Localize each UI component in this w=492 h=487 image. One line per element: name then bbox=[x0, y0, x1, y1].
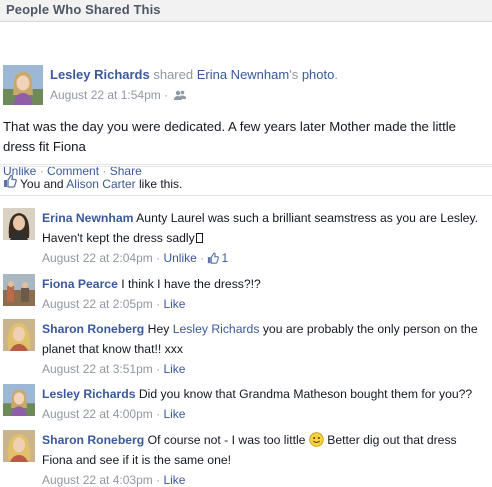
post-timestamp[interactable]: August 22 at 1:54pm bbox=[50, 88, 161, 102]
comment-text: Of course not - I was too little bbox=[147, 433, 306, 447]
comment-text: Hey bbox=[147, 322, 170, 336]
avatar-sharon-roneberg[interactable] bbox=[3, 430, 35, 462]
smiley-icon bbox=[309, 432, 324, 447]
page-header: People Who Shared This bbox=[0, 0, 492, 22]
period: . bbox=[334, 67, 338, 82]
mention-link[interactable]: Lesley Richards bbox=[173, 322, 260, 336]
comment-body: Erina Newnham Aunty Laurel was such a br… bbox=[42, 208, 488, 270]
comment-like-button[interactable]: Like bbox=[163, 407, 185, 421]
post-author-link[interactable]: Lesley Richards bbox=[50, 67, 150, 82]
post-header: Lesley Richards shared Erina Newnham's p… bbox=[50, 67, 338, 82]
missing-glyph-icon bbox=[195, 233, 203, 243]
comment-body: Lesley Richards Did you know that Grandm… bbox=[42, 384, 488, 424]
like-count-value: 1 bbox=[221, 251, 229, 265]
comment-text: Did you know that Grandma Matheson bough… bbox=[138, 387, 473, 401]
comment-meta: August 22 at 2:04pm · Unlike · 1 bbox=[42, 248, 488, 270]
comment-author-link[interactable]: Sharon Roneberg bbox=[42, 433, 144, 447]
comment-like-button[interactable]: Like bbox=[163, 297, 185, 311]
photo-link[interactable]: photo bbox=[302, 67, 335, 82]
owner-possessive: 's bbox=[289, 67, 299, 82]
thumbs-up-icon bbox=[207, 250, 220, 270]
comment-like-button[interactable]: Like bbox=[163, 362, 185, 376]
comment-author-link[interactable]: Lesley Richards bbox=[42, 387, 135, 401]
comment-timestamp[interactable]: August 22 at 2:04pm bbox=[42, 251, 153, 265]
comment-body: Sharon Roneberg Of course not - I was to… bbox=[42, 430, 488, 487]
comment-meta: August 22 at 4:03pm · Like bbox=[42, 470, 488, 487]
comment-like-button[interactable]: Like bbox=[163, 473, 185, 487]
comment-timestamp[interactable]: August 22 at 4:00pm bbox=[42, 407, 153, 421]
liker-link[interactable]: Alison Carter bbox=[66, 177, 135, 191]
meta-separator: · bbox=[156, 297, 161, 311]
likes-summary: You and Alison Carter like this. bbox=[0, 166, 492, 196]
page-title: People Who Shared This bbox=[6, 2, 161, 17]
comment-author-link[interactable]: Fiona Pearce bbox=[42, 277, 118, 291]
comment-timestamp[interactable]: August 22 at 4:03pm bbox=[42, 473, 153, 487]
comment-timestamp[interactable]: August 22 at 2:05pm bbox=[42, 297, 153, 311]
avatar-lesley-richards[interactable] bbox=[3, 384, 35, 416]
meta-separator: · bbox=[156, 362, 161, 376]
shared-post: Lesley Richards shared Erina Newnham's p… bbox=[0, 22, 492, 178]
comment-author-link[interactable]: Erina Newnham bbox=[42, 211, 133, 225]
avatar-lesley-richards[interactable] bbox=[3, 65, 43, 105]
meta-separator: · bbox=[200, 251, 205, 265]
thumbs-up-icon bbox=[3, 174, 17, 191]
comment-like-count[interactable]: 1 bbox=[207, 251, 228, 265]
avatar-fiona-pearce[interactable] bbox=[3, 274, 35, 306]
comment-meta: August 22 at 4:00pm · Like bbox=[42, 404, 488, 424]
likes-you: You and bbox=[20, 177, 64, 191]
comment-meta: August 22 at 2:05pm · Like bbox=[42, 294, 488, 314]
post-owner-link[interactable]: Erina Newnham bbox=[197, 67, 290, 82]
comment-unlike-button[interactable]: Unlike bbox=[163, 251, 196, 265]
shared-label: shared bbox=[153, 67, 194, 82]
comment-body: Sharon Roneberg Hey Lesley Richards you … bbox=[42, 319, 488, 379]
avatar-sharon-roneberg[interactable] bbox=[3, 319, 35, 351]
comment-body: Fiona Pearce I think I have the dress?!?… bbox=[42, 274, 488, 314]
meta-separator: · bbox=[156, 473, 161, 487]
friends-icon[interactable] bbox=[174, 90, 187, 104]
comment-author-link[interactable]: Sharon Roneberg bbox=[42, 322, 144, 336]
post-message: That was the day you were dedicated. A f… bbox=[3, 119, 457, 154]
comment-meta: August 22 at 3:51pm · Like bbox=[42, 359, 488, 379]
likes-suffix: like this. bbox=[138, 177, 183, 191]
meta-separator: · bbox=[164, 88, 169, 102]
comment-text: I think I have the dress?!? bbox=[121, 277, 261, 291]
avatar-erina-newnham[interactable] bbox=[3, 208, 35, 240]
meta-separator: · bbox=[156, 251, 161, 265]
likes-text: You and Alison Carter like this. bbox=[20, 177, 182, 191]
post-meta: August 22 at 1:54pm · bbox=[50, 88, 187, 104]
comment-timestamp[interactable]: August 22 at 3:51pm bbox=[42, 362, 153, 376]
meta-separator: · bbox=[156, 407, 161, 421]
